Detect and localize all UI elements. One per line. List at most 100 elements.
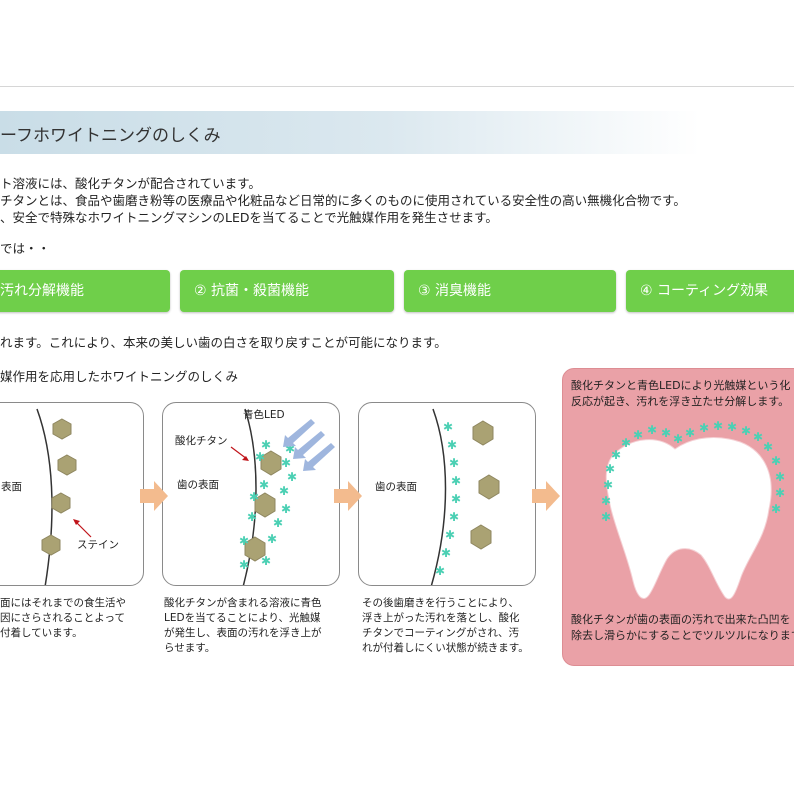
svg-text:✱: ✱: [449, 510, 459, 524]
svg-text:✱: ✱: [239, 534, 249, 548]
svg-text:✱: ✱: [451, 492, 461, 506]
caption-line: チタンでコーティングがされ、汚: [362, 627, 519, 639]
svg-text:✱: ✱: [647, 423, 657, 437]
svg-text:✱: ✱: [603, 478, 613, 492]
svg-text:✱: ✱: [273, 516, 283, 530]
svg-text:✱: ✱: [771, 502, 781, 516]
panel-2-illustration: ✱ ✱✱ ✱✱✱ ✱ ✱✱ ✱ ✱✱ ✱✱✱: [230, 408, 335, 585]
function-label: ④ コーティング効果: [640, 283, 769, 299]
function-button-antibacterial[interactable]: ② 抗菌・殺菌機能: [180, 270, 394, 312]
svg-text:✱: ✱: [775, 486, 785, 500]
svg-text:✱: ✱: [673, 432, 683, 446]
result-line: 除去し滑らかにすることでツルツルになります: [571, 629, 794, 642]
caption-line: が発生し、表面の汚れを浮き上が: [164, 627, 322, 639]
lead-text: では・・: [0, 241, 51, 256]
svg-text:✱: ✱: [611, 448, 621, 462]
svg-text:✱: ✱: [261, 554, 271, 568]
svg-text:✱: ✱: [633, 428, 643, 442]
stain-particle: [51, 492, 71, 514]
caption-line: LEDを当てることにより、光触媒: [164, 612, 321, 624]
diagram-panel-led: ✱ ✱ ✱ ✱ ✱ ✱ ✱ ✱ ✱ ✱ ✱ ✱ ✱ ✱ ✱ 青色LED 酸化チタン 歯の表面: [162, 402, 340, 586]
svg-text:✱: ✱: [661, 426, 671, 440]
svg-text:✱: ✱: [435, 564, 445, 578]
svg-text:✱: ✱: [741, 424, 751, 438]
function-button-dirt-decomposition[interactable]: 汚れ分解機能: [0, 270, 170, 312]
label-titanium-oxide: 酸化チタン: [175, 435, 228, 447]
svg-text:✱: ✱: [447, 438, 457, 452]
svg-text:✱: ✱: [621, 436, 631, 450]
svg-text:✱: ✱: [685, 426, 695, 440]
section-title-bar: ーフホワイトニングのしくみ: [0, 111, 700, 154]
result-tooth-panel: 酸化チタンと青色LEDにより光触媒という化 反応が起き、汚れを浮き立たせ分解しま…: [562, 368, 794, 666]
svg-text:✱: ✱: [699, 421, 709, 435]
flow-arrow-1: [140, 481, 168, 511]
tooth-surface-line: [36, 408, 53, 585]
svg-text:✱: ✱: [449, 456, 459, 470]
svg-text:✱: ✱: [601, 510, 611, 524]
caption-line: 因にさらされることよって: [0, 612, 125, 624]
svg-text:✱: ✱: [259, 478, 269, 492]
panel-1-caption: 面にはそれまでの食生活や 因にさらされることよって 付着しています。: [0, 596, 126, 641]
function-label: ② 抗菌・殺菌機能: [194, 283, 310, 299]
result-text: れます。これにより、本来の美しい歯の白さを取り戻すことが可能になります。: [0, 335, 447, 350]
intro-line: ト溶液には、酸化チタンが配合されています。: [0, 176, 261, 191]
label-tooth-surface: 表面: [1, 481, 22, 493]
diagram-panel-stain: 表面 ステイン: [0, 402, 144, 586]
panel-1-illustration: [36, 408, 92, 585]
svg-text:✱: ✱: [255, 450, 265, 464]
diagram-panel-coating: ✱ ✱ ✱ ✱ ✱ ✱ ✱ ✱ ✱ 歯の表面: [358, 402, 536, 586]
mechanism-subheading: 媒作用を応用したホワイトニングのしくみ: [0, 369, 239, 384]
flow-arrow-2: [334, 481, 362, 511]
stain-particle: [472, 420, 494, 446]
function-button-deodorizing[interactable]: ③ 消臭機能: [404, 270, 616, 312]
label-tooth-surface: 歯の表面: [375, 481, 417, 493]
svg-text:✱: ✱: [249, 490, 259, 504]
function-label: 汚れ分解機能: [0, 283, 84, 299]
titanium-pointer: [230, 446, 248, 460]
svg-text:✱: ✱: [441, 546, 451, 560]
caption-line: その後歯磨きを行うことにより、: [362, 597, 519, 609]
stain-particle: [57, 454, 77, 476]
stain-particle: [52, 418, 72, 440]
svg-text:✱: ✱: [727, 420, 737, 434]
caption-line: 酸化チタンが含まれる溶液に青色: [164, 597, 322, 609]
label-tooth-surface: 歯の表面: [177, 479, 219, 491]
caption-line: れが付着しにくい状態が続きます。: [362, 642, 529, 654]
label-blue-led: 青色LED: [243, 409, 285, 421]
stain-particle: [478, 474, 500, 500]
stain-particle: [41, 534, 61, 556]
intro-line: 、安全で特殊なホワイトニングマシンのLEDを当てることで光触媒作用を発生させます…: [0, 210, 498, 225]
result-line: 酸化チタンが歯の表面の汚れで出来た凸凹を: [571, 613, 791, 626]
svg-text:✱: ✱: [281, 456, 291, 470]
section-title: ーフホワイトニングのしくみ: [0, 126, 221, 146]
function-label: ③ 消臭機能: [418, 283, 492, 299]
svg-text:✱: ✱: [771, 454, 781, 468]
svg-text:✱: ✱: [239, 558, 249, 572]
svg-text:✱: ✱: [247, 510, 257, 524]
svg-text:✱: ✱: [445, 528, 455, 542]
panel-3-caption: その後歯磨きを行うことにより、 浮き上がった汚れを落とし、酸化 チタンでコーティ…: [362, 596, 529, 656]
svg-text:✱: ✱: [451, 474, 461, 488]
svg-text:✱: ✱: [443, 420, 453, 434]
stain-pointer-head: [73, 519, 80, 525]
caption-line: らせます。: [164, 642, 216, 654]
svg-text:✱: ✱: [601, 494, 611, 508]
svg-text:✱: ✱: [763, 440, 773, 454]
caption-line: 面にはそれまでの食生活や: [0, 597, 126, 609]
flow-arrow-3: [532, 481, 560, 511]
tooth-icon: [605, 436, 772, 600]
top-divider: [0, 86, 794, 87]
function-button-coating[interactable]: ④ コーティング効果: [626, 270, 794, 312]
svg-text:✱: ✱: [267, 532, 277, 546]
label-stain: ステイン: [77, 539, 119, 551]
caption-line: 浮き上がった汚れを落とし、酸化: [362, 612, 520, 624]
intro-text: ト溶液には、酸化チタンが配合されています。 チタンとは、食品や歯磨き粉等の医療品…: [0, 175, 686, 226]
intro-line: チタンとは、食品や歯磨き粉等の医療品や化粧品など日常的に多くのものに使用されてい…: [0, 193, 686, 208]
svg-text:✱: ✱: [605, 462, 615, 476]
svg-text:✱: ✱: [713, 419, 723, 433]
panel-3-illustration: ✱ ✱ ✱ ✱ ✱ ✱ ✱ ✱ ✱: [430, 408, 500, 585]
result-bottom-text: 酸化チタンが歯の表面の汚れで出来た凸凹を 除去し滑らかにすることでツルツルになり…: [571, 612, 794, 644]
svg-text:✱: ✱: [279, 484, 289, 498]
panel-2-caption: 酸化チタンが含まれる溶液に青色 LEDを当てることにより、光触媒 が発生し、表面…: [164, 596, 322, 656]
stain-particle: [470, 524, 492, 550]
